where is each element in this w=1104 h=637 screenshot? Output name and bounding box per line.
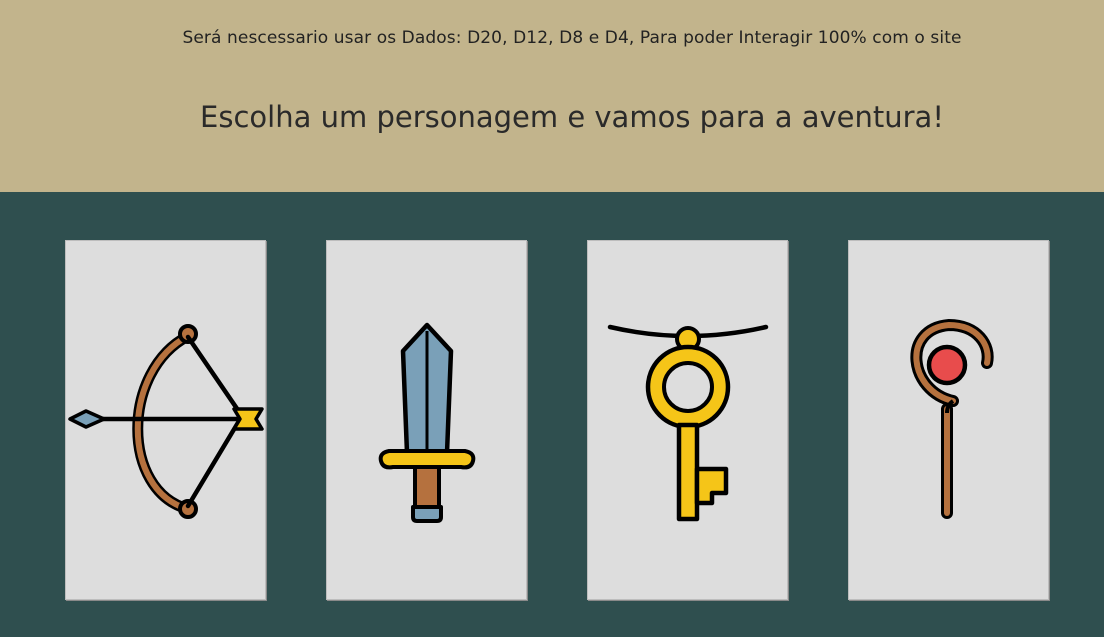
character-card-rogue[interactable] [587, 240, 788, 600]
staff-icon [910, 318, 994, 519]
character-card-warrior[interactable] [326, 240, 527, 600]
page-header: Será nescessario usar os Dados: D20, D12… [0, 0, 1104, 192]
character-selection [0, 192, 1104, 637]
key-pendant-icon [607, 324, 769, 522]
character-card-mage[interactable] [848, 240, 1049, 600]
page-title: Escolha um personagem e vamos para a ave… [200, 100, 944, 134]
bow-and-arrow-icon [68, 324, 264, 519]
sword-icon [378, 322, 476, 523]
character-card-archer[interactable] [65, 240, 266, 600]
dice-notice: Será nescessario usar os Dados: D20, D12… [182, 28, 962, 48]
